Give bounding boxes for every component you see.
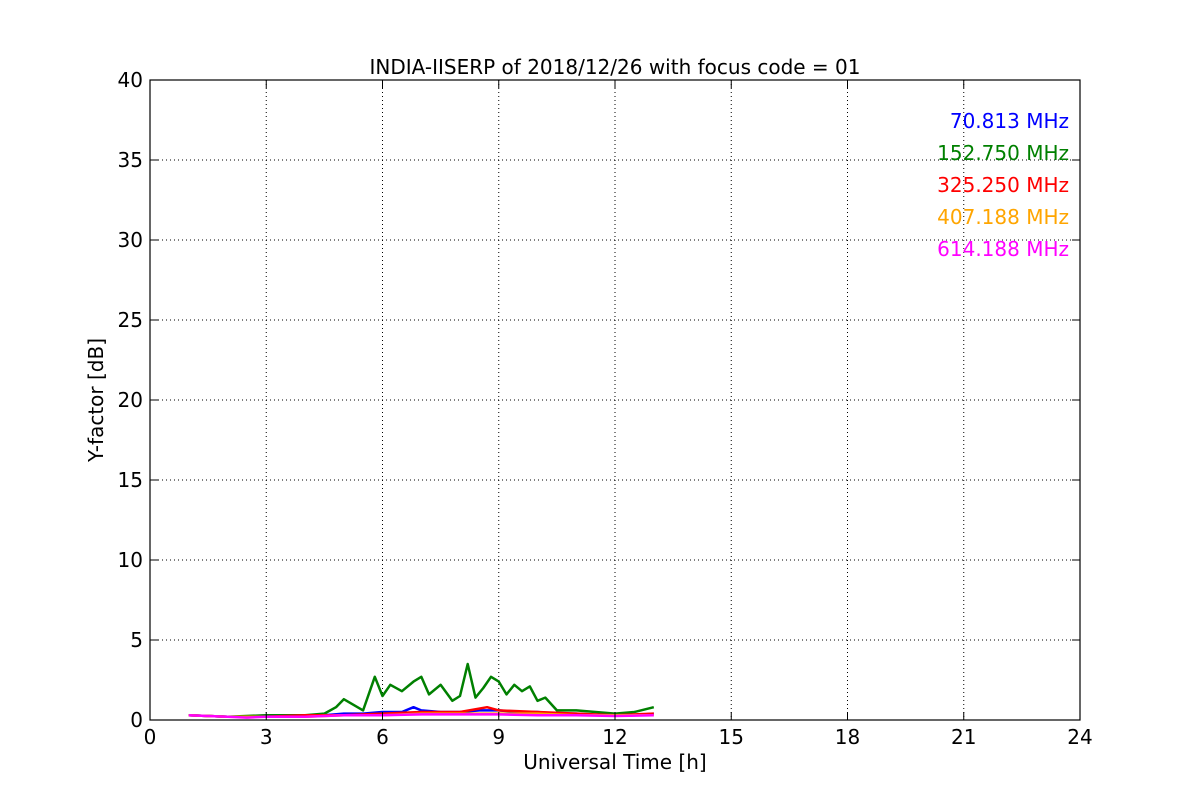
x-tick-label: 9 — [492, 725, 505, 749]
x-tick-label: 3 — [260, 725, 273, 749]
x-tick-label: 12 — [602, 725, 627, 749]
x-tick-label: 6 — [376, 725, 389, 749]
y-tick-label: 30 — [118, 228, 143, 252]
legend-entry: 70.813 MHz — [950, 109, 1069, 133]
x-tick-label: 21 — [951, 725, 976, 749]
x-tick-label: 24 — [1067, 725, 1092, 749]
y-tick-label: 35 — [118, 148, 143, 172]
y-axis-label: Y-factor [dB] — [84, 338, 108, 463]
x-axis-label: Universal Time [h] — [523, 750, 706, 774]
legend-entry: 325.250 MHz — [937, 173, 1069, 197]
legend-entry: 152.750 MHz — [937, 141, 1069, 165]
legend-entry: 407.188 MHz — [937, 205, 1069, 229]
y-tick-label: 15 — [118, 468, 143, 492]
y-tick-label: 0 — [130, 708, 143, 732]
x-tick-label: 15 — [719, 725, 744, 749]
chart: 0 3 6 9 12 15 18 21 24 0 5 10 15 20 25 30 35 40 INDIA-IIS… — [0, 0, 1200, 800]
legend-entry: 614.188 MHz — [937, 237, 1069, 261]
y-tick-label: 25 — [118, 308, 143, 332]
legend: 70.813 MHz 152.750 MHz 325.250 MHz 407.188 … — [937, 109, 1069, 261]
chart-title: INDIA-IISERP of 2018/12/26 with focus co… — [370, 55, 861, 79]
y-tick-label: 20 — [118, 388, 143, 412]
x-tick-label: 0 — [144, 725, 157, 749]
y-tick-label: 40 — [118, 68, 143, 92]
y-tick-label: 5 — [130, 628, 143, 652]
x-tick-label: 18 — [835, 725, 860, 749]
y-tick-label: 10 — [118, 548, 143, 572]
